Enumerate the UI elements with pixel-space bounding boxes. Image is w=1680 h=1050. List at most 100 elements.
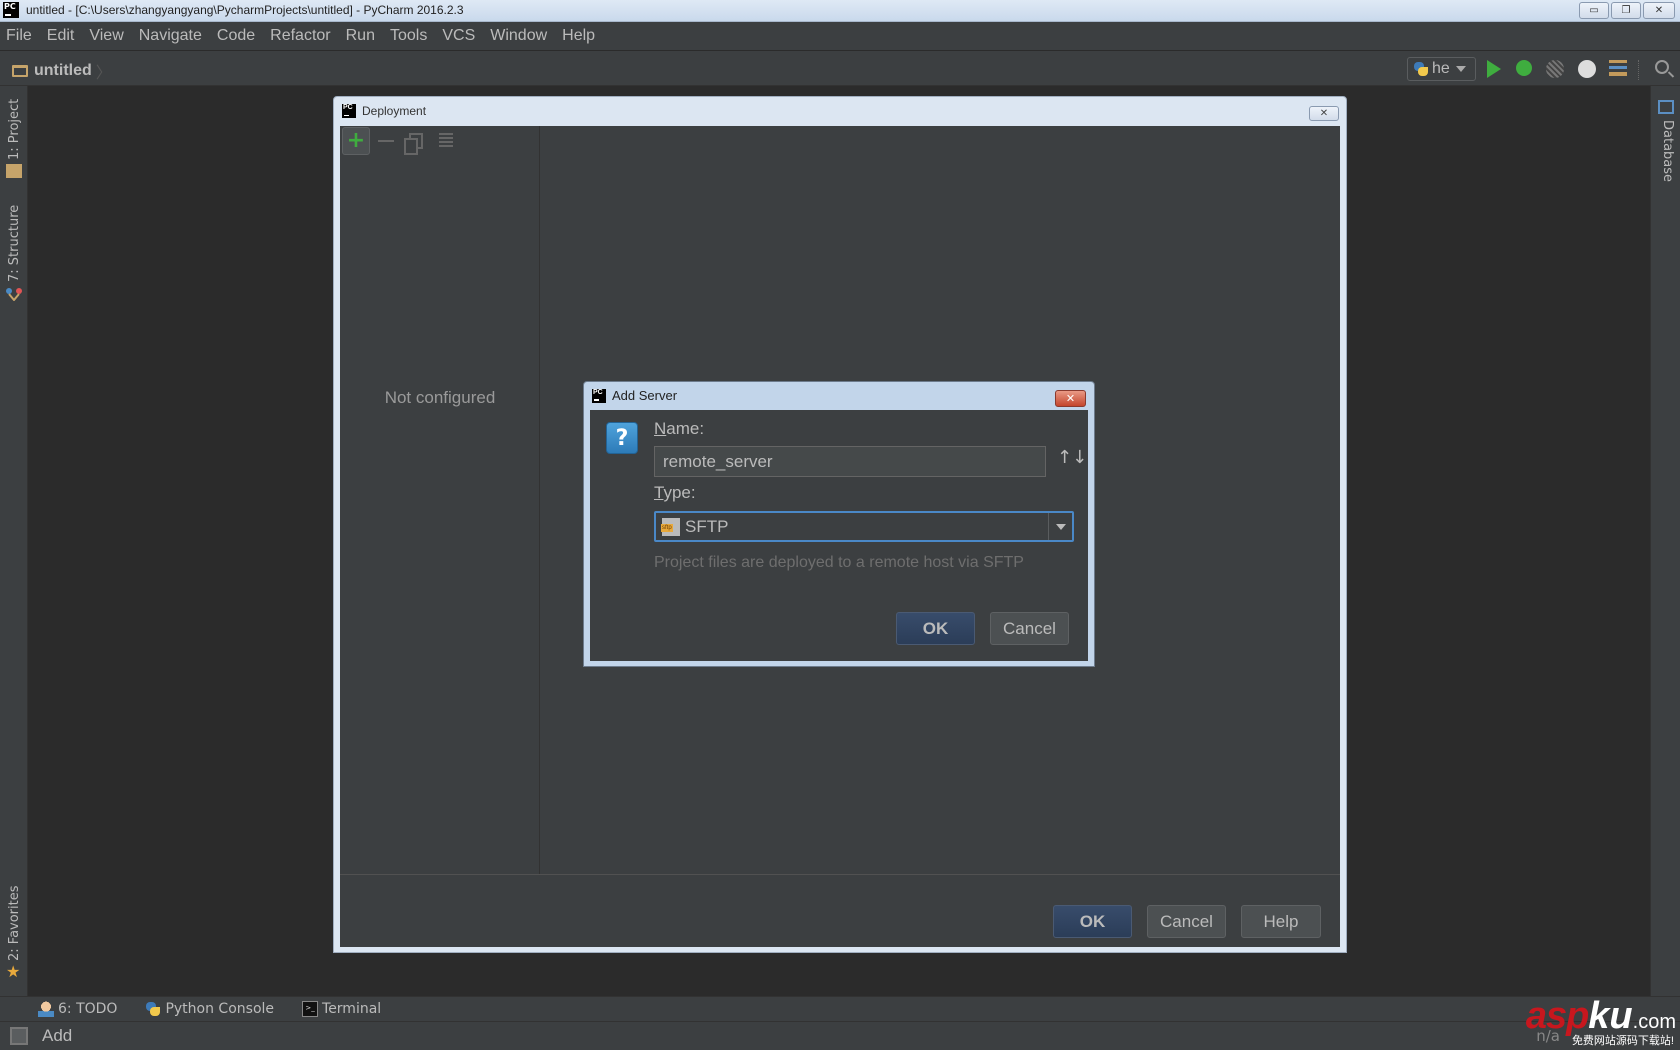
terminal-label: Terminal [322,1001,382,1017]
watermark-com: .com [1632,1011,1676,1033]
deployment-help-button[interactable]: Help [1241,905,1321,938]
status-bar: Add [0,1022,1680,1050]
add-server-dialog: PC Add Server ✕ ? Name: remote_server ↑↓… [583,381,1095,667]
profile-button[interactable] [1578,60,1598,80]
database-icon [1658,100,1674,114]
menu-bar: File Edit View Navigate Code Refactor Ru… [0,22,1680,50]
window-title: untitled - [C:\Users\zhangyangyang\Pycha… [26,3,464,17]
remove-server-button[interactable] [372,127,400,155]
close-window-button[interactable]: ✕ [1643,2,1675,19]
tool-tab-structure[interactable]: 7: Structure [7,205,22,282]
dropdown-toggle[interactable] [1048,513,1072,540]
run-with-coverage-button[interactable] [1546,60,1566,80]
breadcrumb-project[interactable]: untitled [34,62,92,80]
menu-navigate[interactable]: Navigate [139,27,202,45]
menu-file[interactable]: File [6,27,32,45]
use-as-default-icon [439,133,453,149]
tool-tab-database[interactable]: Database [1660,120,1675,182]
add-server-cancel-button[interactable]: Cancel [990,612,1069,645]
deployment-dialog-title: Deployment [362,104,427,118]
dialog-divider [340,874,1340,875]
menu-run[interactable]: Run [346,27,375,45]
type-label-text: ype: [663,483,696,502]
sort-arrows-icon[interactable]: ↑↓ [1057,447,1087,468]
run-config-name: he [1432,60,1450,77]
minus-icon [378,140,394,142]
menu-code[interactable]: Code [217,27,255,45]
menu-tools[interactable]: Tools [390,27,427,45]
sftp-icon [661,517,680,536]
name-label-mnemonic: N [654,419,667,438]
tool-tab-terminal[interactable]: >_ Terminal [302,1001,381,1017]
pycharm-logo-icon: PC [3,2,19,18]
coverage-icon [1546,60,1564,78]
structure-icon [6,286,22,302]
tool-tab-python-console[interactable]: Python Console [145,1001,274,1017]
chevron-down-icon [1455,66,1466,72]
restore-button[interactable]: ❐ [1611,2,1641,19]
python-console-icon [145,1001,161,1017]
pycharm-logo-icon: PC [592,388,606,403]
tool-tab-favorites[interactable]: 2: Favorites [7,885,22,961]
status-text: Add [42,1026,73,1045]
concurrency-diagram-button[interactable] [1609,60,1629,80]
menu-help[interactable]: Help [562,27,595,45]
name-label: Name: [654,419,704,439]
server-name-input[interactable]: remote_server [654,446,1046,477]
watermark-ku: ku [1588,995,1633,1037]
menu-vcs[interactable]: VCS [442,27,475,45]
deployment-cancel-button[interactable]: Cancel [1147,905,1226,938]
menu-window[interactable]: Window [490,27,547,45]
type-label: Type: [654,483,696,503]
debug-icon [1516,60,1532,76]
concurrency-icon [1609,60,1627,76]
menu-edit[interactable]: Edit [47,27,75,45]
menu-refactor[interactable]: Refactor [270,27,330,45]
run-button[interactable] [1487,60,1507,80]
plus-icon: + [346,128,366,153]
add-server-ok-button[interactable]: OK [896,612,975,645]
server-type-dropdown[interactable]: SFTP [654,511,1074,542]
terminal-icon: >_ [302,1001,319,1017]
server-list-pane: + Not configured [340,126,540,874]
name-label-text: ame: [666,419,705,438]
window-title-bar: PC untitled - [C:\Users\zhangyangyang\Py… [0,0,1680,22]
search-everywhere-button[interactable] [1655,60,1675,80]
deployment-dialog-title-bar: PC Deployment [342,104,426,118]
todo-label: 6: TODO [58,1001,118,1017]
menu-view[interactable]: View [89,27,123,45]
watermark: aspku.com 免费网站源码下载站! [1526,995,1676,1047]
python-console-label: Python Console [165,1001,275,1017]
todo-icon [38,1001,54,1017]
python-icon [1413,61,1429,77]
bottom-tool-tabs: 6: TODO Python Console >_ Terminal [0,996,1680,1022]
watermark-tagline: 免费网站源码下载站! [1571,1035,1674,1047]
add-server-button[interactable]: + [342,127,370,155]
breadcrumb-separator: 〉 [95,65,112,82]
deployment-ok-button[interactable]: OK [1053,905,1132,938]
chevron-down-icon [1055,523,1066,530]
breadcrumb[interactable]: untitled 〉 [12,59,112,83]
debug-button[interactable] [1516,60,1536,80]
left-tool-window-strip: 1: Project 7: Structure ★ 2: Favorites [0,86,28,996]
tool-tab-todo[interactable]: 6: TODO [38,1001,117,1017]
add-server-close-button[interactable]: ✕ [1055,390,1086,407]
run-icon [1487,60,1501,78]
minimize-button[interactable]: ▭ [1579,2,1609,19]
add-server-body: ? Name: remote_server ↑↓ Type: SFTP Proj… [590,410,1088,661]
project-folder-icon [6,164,22,178]
copy-server-button[interactable] [402,127,430,155]
favorites-star-icon: ★ [6,962,21,981]
profile-icon [1578,60,1596,78]
right-tool-window-strip: Database [1650,86,1680,996]
use-as-default-button[interactable] [432,127,460,155]
server-list-toolbar: + [340,126,462,156]
server-type-value: SFTP [685,516,729,536]
run-configuration-selector[interactable]: he [1407,57,1476,81]
type-description: Project files are deployed to a remote h… [654,554,1024,571]
add-server-title-bar: PC Add Server [592,388,677,403]
tool-windows-toggle-icon[interactable] [10,1027,28,1045]
tool-tab-project[interactable]: 1: Project [7,99,22,160]
deployment-close-button[interactable]: ✕ [1309,106,1339,121]
search-icon [1655,60,1669,74]
